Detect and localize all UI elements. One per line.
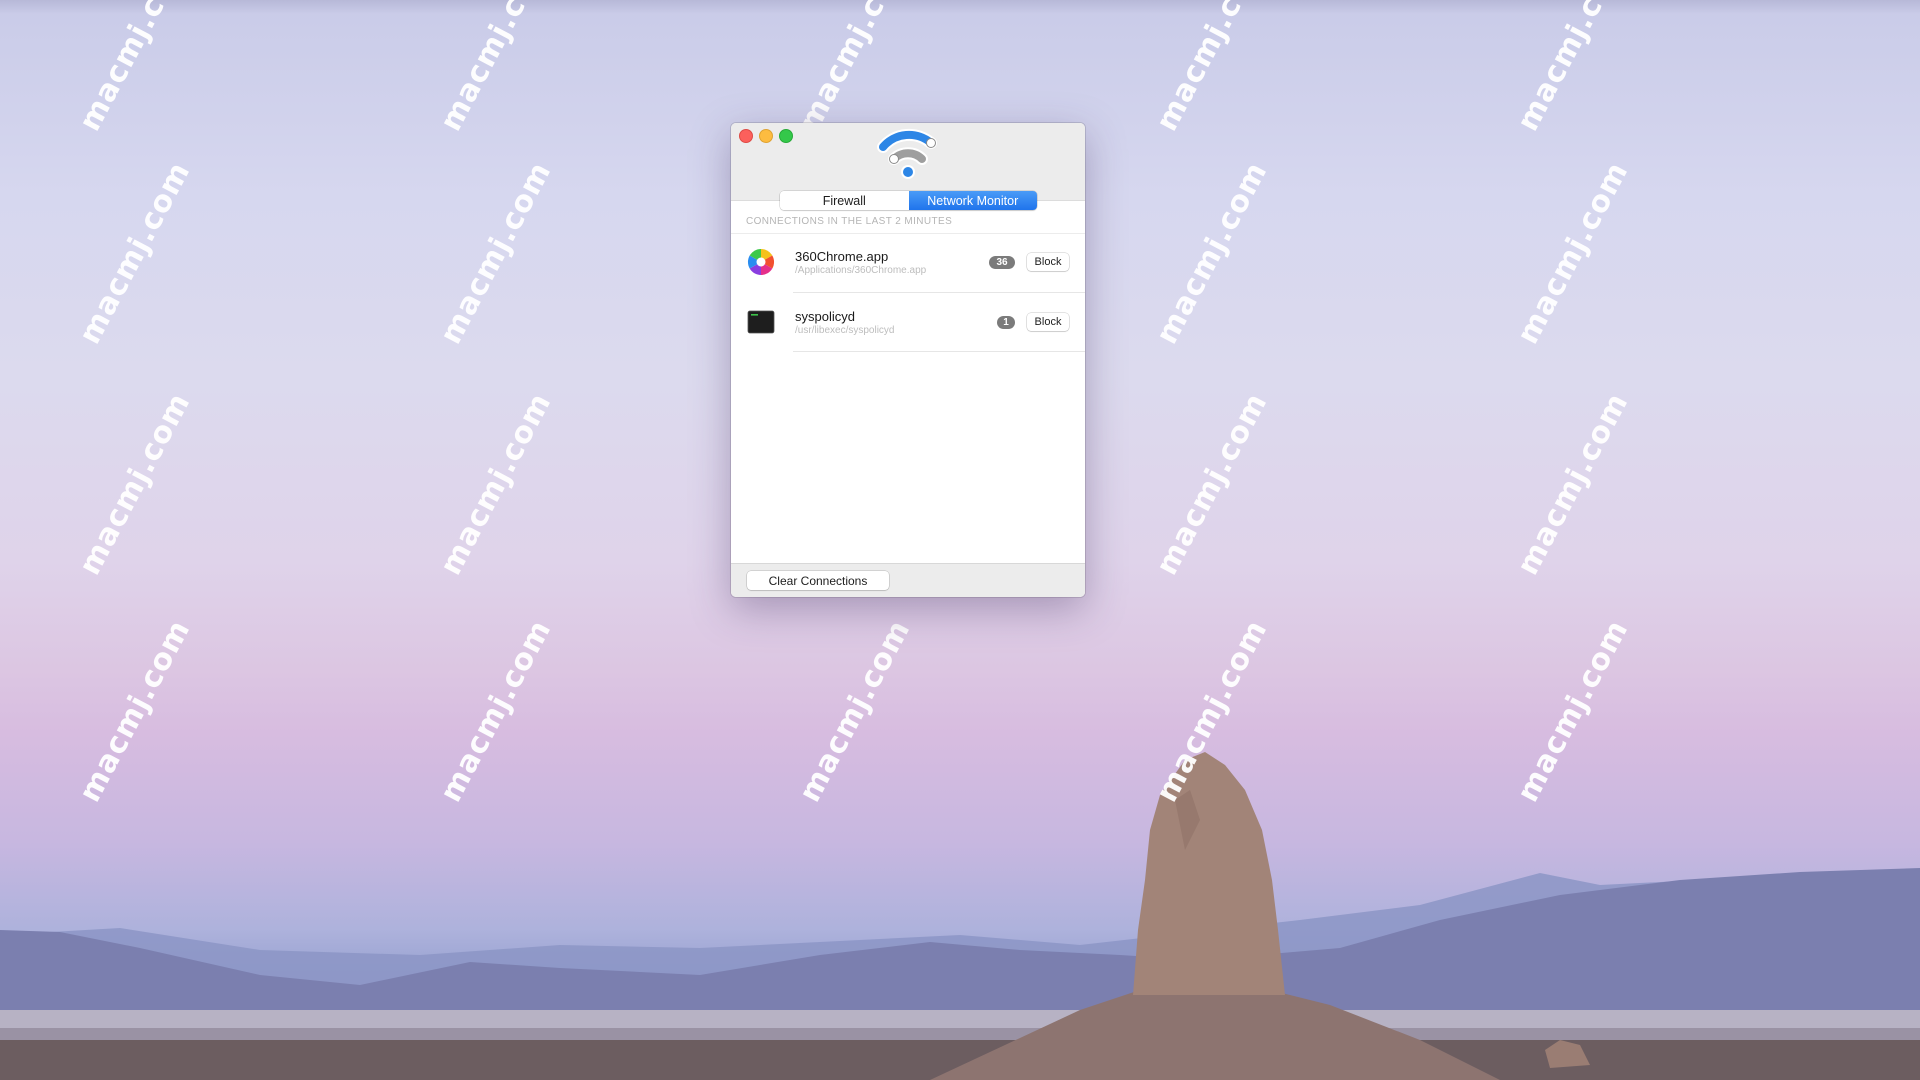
connection-row[interactable]: syspolicyd /usr/libexec/syspolicyd 1 Blo…	[731, 293, 1085, 352]
clear-connections-button[interactable]: Clear Connections	[747, 571, 889, 590]
top-shade	[0, 0, 1920, 14]
wifi-icon	[877, 128, 937, 179]
terminal-exec-icon	[747, 310, 775, 334]
app-path: /Applications/360Chrome.app	[795, 265, 927, 276]
close-button[interactable]	[739, 129, 753, 143]
connection-row[interactable]: 360Chrome.app /Applications/360Chrome.ap…	[731, 233, 1085, 293]
view-tabs: Firewall Network Monitor	[780, 191, 1037, 210]
minimize-button[interactable]	[759, 129, 773, 143]
app-path: /usr/libexec/syspolicyd	[795, 325, 895, 336]
title-bar	[731, 123, 1085, 201]
connection-count-badge: 1	[997, 316, 1015, 329]
connection-count-badge: 36	[989, 256, 1015, 269]
360chrome-app-icon	[747, 248, 775, 276]
app-name: syspolicyd	[795, 309, 855, 324]
maximize-button[interactable]	[779, 129, 793, 143]
tab-network-monitor[interactable]: Network Monitor	[908, 191, 1037, 210]
block-button[interactable]: Block	[1027, 253, 1069, 271]
tab-firewall[interactable]: Firewall	[780, 191, 909, 210]
block-button[interactable]: Block	[1027, 313, 1069, 331]
plain	[0, 1010, 1920, 1030]
row-divider	[793, 351, 1085, 352]
app-name: 360Chrome.app	[795, 249, 889, 264]
footer-bar: Clear Connections	[731, 563, 1085, 597]
connections-caption: CONNECTIONS IN THE LAST 2 MINUTES	[746, 216, 953, 227]
network-monitor-window: Firewall Network Monitor CONNECTIONS IN …	[731, 123, 1085, 597]
